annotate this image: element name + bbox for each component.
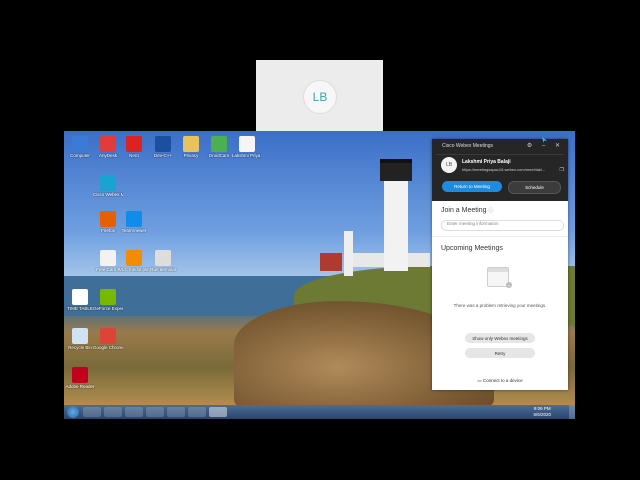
desktop-icon[interactable]: Cisco Webex Meetings: [93, 175, 123, 207]
app-icon: [100, 328, 116, 344]
app-icon: [72, 367, 88, 383]
app-icon: [239, 136, 255, 152]
app-icon: [126, 250, 142, 266]
personal-room-url: https://meetingsapac15.webex.com/meet/la…: [462, 167, 546, 172]
desktop-icon-label: Computer: [70, 153, 90, 158]
window-controls[interactable]: ⚙ – ✕: [527, 142, 564, 149]
show-desktop-button[interactable]: [569, 405, 575, 419]
desktop-icon-label: Cisco Webex Meetings: [93, 192, 123, 197]
desktop-icon[interactable]: Adobe Reader: [65, 367, 95, 399]
desktop-icon[interactable]: TeamViewer: [119, 211, 149, 243]
taskbar: 9:06 PM 6/6/2020: [64, 405, 575, 419]
meeting-info-input[interactable]: Enter meeting information: [441, 220, 564, 231]
app-icon: [100, 250, 116, 266]
app-icon: [72, 328, 88, 344]
desktop-icon[interactable]: Nero: [119, 136, 149, 168]
desktop-icon[interactable]: VLC media player: [119, 250, 149, 282]
wallpaper-lighthouse: [384, 171, 408, 271]
error-icon: ×: [506, 282, 512, 288]
webex-window: Cisco Webex Meetings ⚙ – ✕ LB Lakshmi Pr…: [432, 139, 568, 390]
wallpaper-lamp: [380, 159, 412, 181]
desktop-icon[interactable]: Privacy: [176, 136, 206, 168]
join-meeting-title: Join a Meeting: [441, 207, 487, 214]
desktop-icon-label: Run terminal: [150, 267, 176, 272]
return-to-meeting-button[interactable]: Return to Meeting: [442, 181, 502, 192]
wallpaper-house: [320, 253, 342, 271]
participant-tile: LB: [256, 60, 383, 131]
desktop-icon[interactable]: GeForce Experience: [93, 289, 123, 321]
wallpaper-tower: [344, 231, 353, 276]
participant-avatar: LB: [303, 80, 337, 114]
webex-header: Cisco Webex Meetings ⚙ – ✕ LB Lakshmi Pr…: [432, 139, 568, 201]
taskbar-webex-button[interactable]: [209, 407, 227, 417]
desktop-icon-label: Dev-C++: [153, 153, 172, 158]
app-icon: [100, 175, 116, 191]
join-meeting-heading: Join a Meeting ⓘ: [441, 207, 494, 214]
app-icon: [100, 289, 116, 305]
taskbar-firefox-button[interactable]: [125, 407, 143, 417]
desktop-icon-label: DroidCam: [208, 153, 230, 158]
desktop-icon[interactable]: TIME TABLE: [65, 289, 95, 321]
app-icon: [100, 211, 116, 227]
taskbar-pdf-button[interactable]: [188, 407, 206, 417]
app-icon: [72, 289, 88, 305]
connect-device-link[interactable]: ▭ Connect to a device: [432, 378, 568, 384]
copy-icon[interactable]: ❐: [560, 167, 564, 173]
taskbar-ie-button[interactable]: [146, 407, 164, 417]
desktop-icon[interactable]: Computer: [65, 136, 95, 168]
error-message: There was a problem retrieving your meet…: [453, 303, 547, 308]
webex-title: Cisco Webex Meetings: [442, 143, 494, 149]
desktop-icon-label: Nero: [129, 153, 139, 158]
user-name: Lakshmi Priya Balaji: [462, 159, 511, 165]
upcoming-meetings-heading: Upcoming Meetings: [441, 245, 503, 252]
desktop-icon[interactable]: Dev-C++: [148, 136, 178, 168]
desktop-icon[interactable]: DroidCam: [204, 136, 234, 168]
app-icon: [183, 136, 199, 152]
app-icon: [155, 250, 171, 266]
desktop-icon[interactable]: Recycle Bin: [65, 328, 95, 360]
app-icon: [72, 136, 88, 152]
desktop-icon-label: Privacy: [183, 153, 199, 158]
taskbar-clock[interactable]: 9:06 PM 6/6/2020: [533, 406, 551, 418]
desktop-icon-label: VLC media player: [119, 267, 149, 272]
app-icon: [126, 211, 142, 227]
show-only-webex-button[interactable]: Show only Webex meetings: [465, 333, 535, 343]
desktop-icon-label: TIME TABLE: [67, 306, 93, 311]
desktop-icon[interactable]: Lakshmi Priya Balaji: [232, 136, 262, 168]
app-icon: [155, 136, 171, 152]
taskbar-media-button[interactable]: [104, 407, 122, 417]
connect-device-label: Connect to a device: [482, 378, 523, 383]
start-button[interactable]: [67, 406, 79, 418]
help-icon[interactable]: ⓘ: [488, 208, 493, 214]
app-icon: [126, 136, 142, 152]
desktop-icon[interactable]: Run terminal: [148, 250, 178, 282]
desktop-icon-label: Recycle Bin: [68, 345, 92, 350]
desktop-icon-label: Lakshmi Priya Balaji: [232, 153, 262, 158]
clock-date: 6/6/2020: [533, 412, 551, 417]
header-divider: [436, 154, 564, 155]
app-icon: [211, 136, 227, 152]
taskbar-explorer-button[interactable]: [83, 407, 101, 417]
desktop-icon-label: GeForce Experience: [93, 306, 123, 311]
desktop-icon-label: TeamViewer: [121, 228, 147, 233]
app-icon: [100, 136, 116, 152]
desktop-icon[interactable]: Google Chrome: [93, 328, 123, 360]
taskbar-chrome-button[interactable]: [167, 407, 185, 417]
desktop-icon-label: Adobe Reader: [65, 384, 95, 389]
retry-button[interactable]: Retry: [465, 348, 535, 358]
schedule-button[interactable]: Schedule: [508, 181, 561, 194]
desktop-icon-label: Google Chrome: [93, 345, 123, 350]
section-divider: [432, 236, 568, 237]
desktop-icons: Computer AnyDesk Nero Dev-C++ Privacy DroidCa…: [64, 131, 264, 401]
user-avatar[interactable]: LB: [441, 157, 457, 173]
